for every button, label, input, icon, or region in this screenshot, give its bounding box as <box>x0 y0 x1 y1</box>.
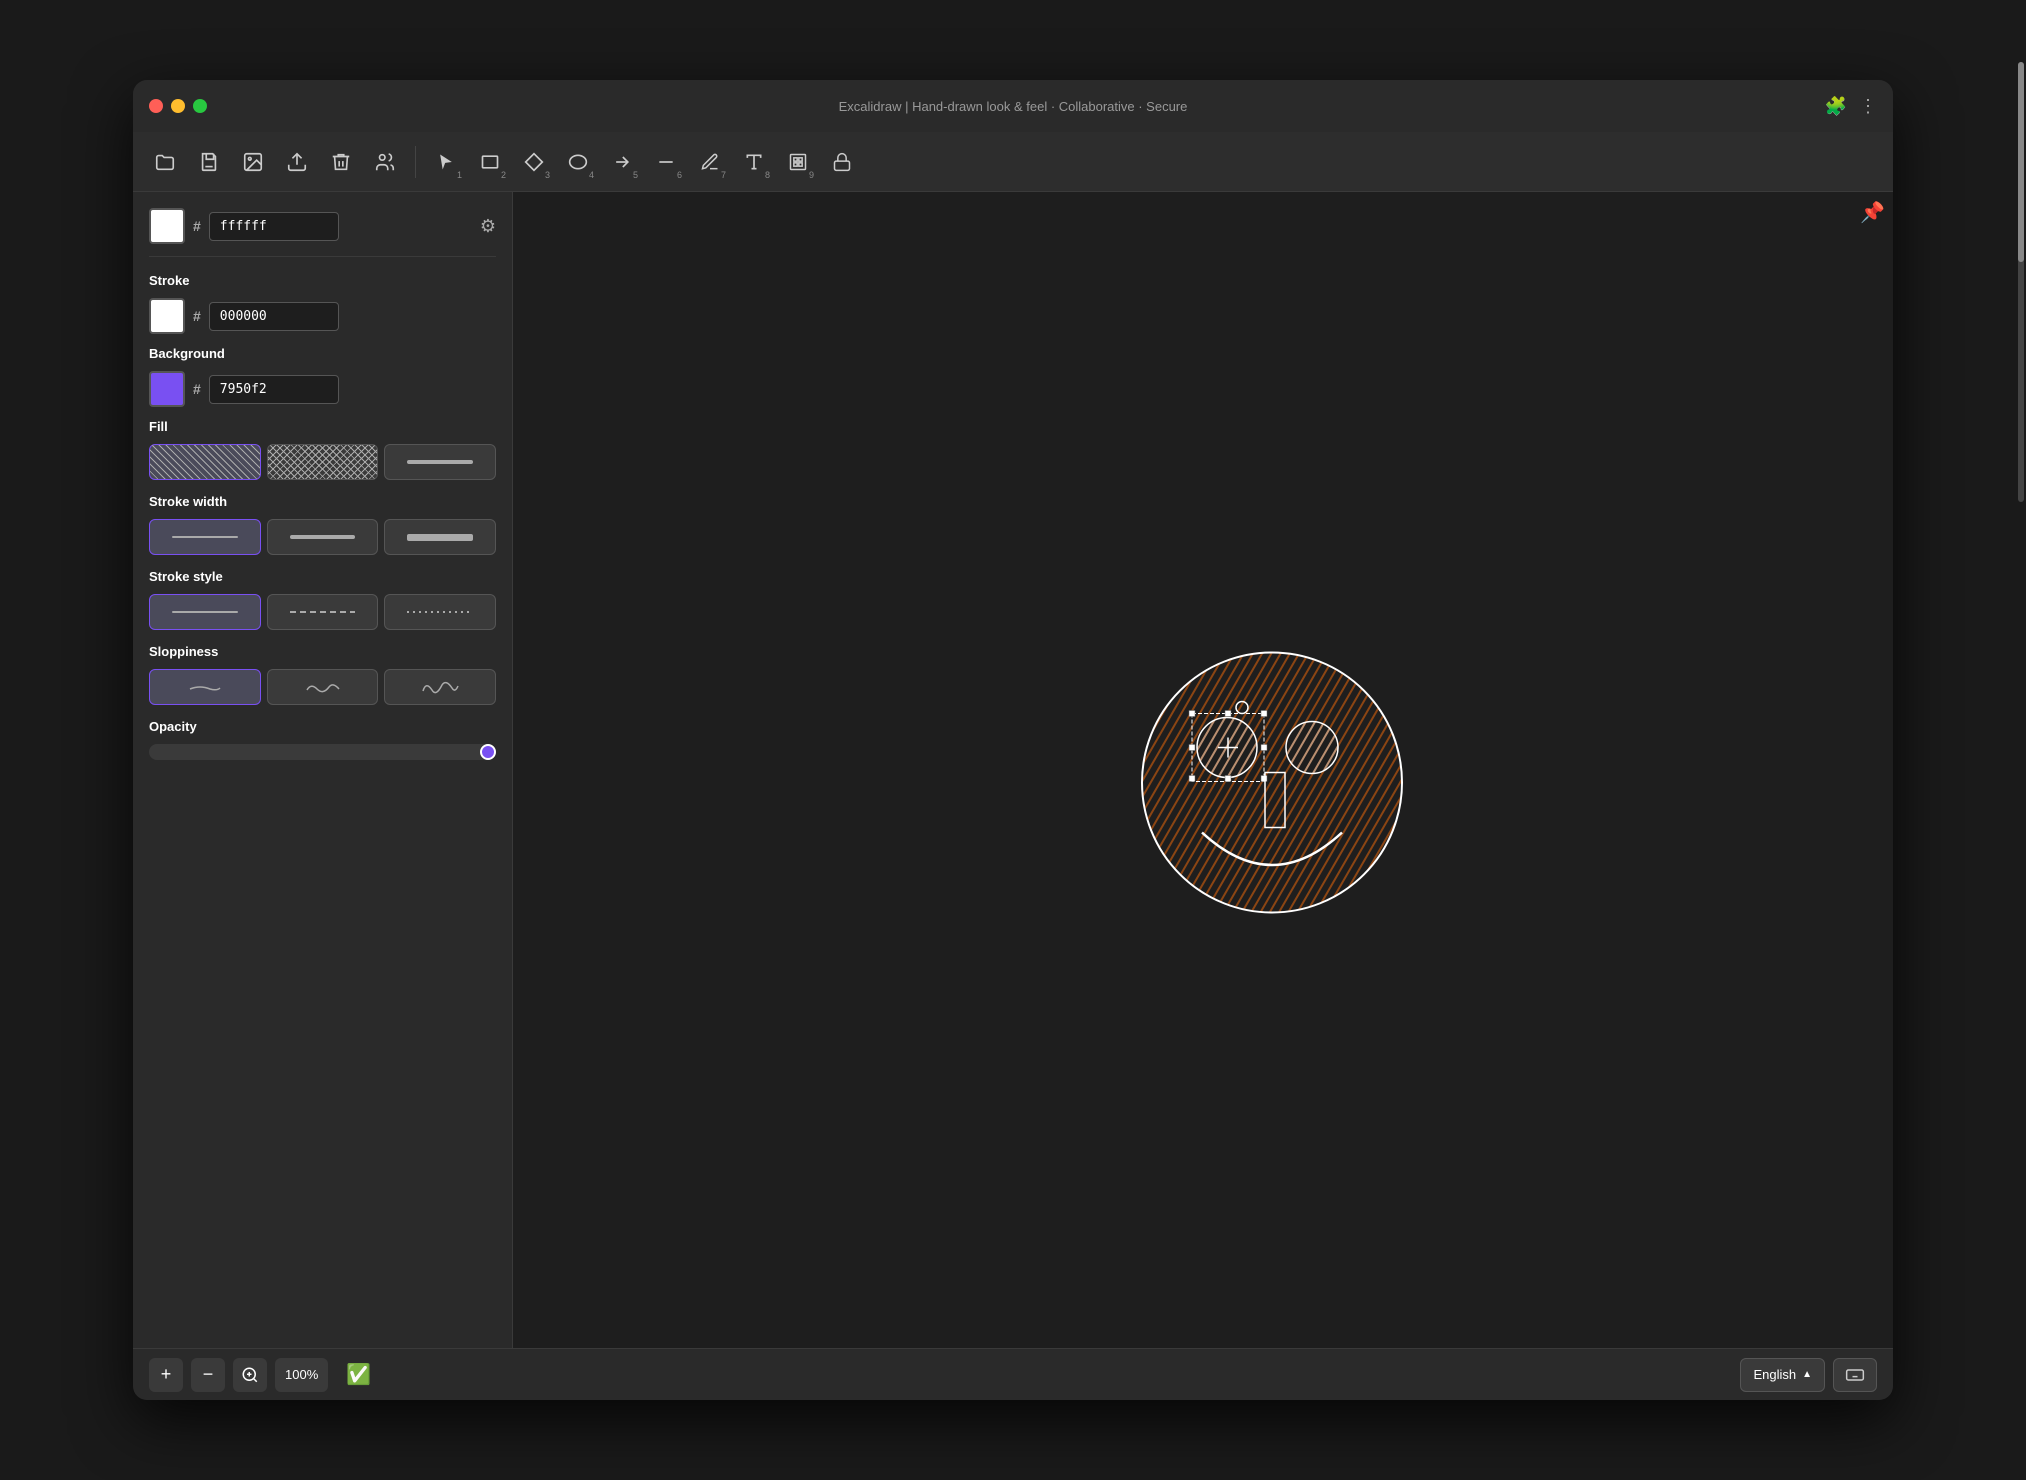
open-button[interactable] <box>145 142 185 182</box>
export-scene-button[interactable] <box>277 142 317 182</box>
stroke-thin-btn[interactable] <box>149 519 261 555</box>
canvas-bg-swatch[interactable] <box>149 208 185 244</box>
opacity-label: Opacity <box>149 719 496 734</box>
sloppiness-architect-btn[interactable] <box>149 669 261 705</box>
sloppiness-artist-btn[interactable] <box>267 669 379 705</box>
image-tool[interactable]: 9 <box>778 142 818 182</box>
stroke-dashed-btn[interactable] <box>267 594 379 630</box>
stroke-thick-btn[interactable] <box>384 519 496 555</box>
bg-color-row: # <box>149 371 496 407</box>
titlebar: Excalidraw | Hand-drawn look & feel · Co… <box>133 80 1893 132</box>
canvas-bg-color-row: # ⚙ <box>149 208 496 244</box>
app-body: # ⚙ Stroke # Background # <box>133 192 1893 1348</box>
zoom-level-button[interactable]: 100% <box>275 1358 328 1392</box>
bg-hash: # <box>193 381 201 397</box>
menu-icon[interactable]: ⋮ <box>1859 96 1877 117</box>
canvas-area[interactable]: 📌 <box>513 192 1893 1348</box>
rectangle-tool[interactable]: 2 <box>470 142 510 182</box>
text-tool[interactable]: 8 <box>734 142 774 182</box>
ellipse-tool[interactable]: 4 <box>558 142 598 182</box>
export-image-button[interactable] <box>233 142 273 182</box>
bg-color-input[interactable] <box>209 375 339 404</box>
fill-cross-btn[interactable] <box>267 444 379 480</box>
stroke-color-row: # <box>149 298 496 334</box>
smiley-drawing <box>1112 608 1432 928</box>
app-window: Excalidraw | Hand-drawn look & feel · Co… <box>133 80 1893 1400</box>
zoom-out-button[interactable]: − <box>191 1358 225 1392</box>
titlebar-actions: 🧩 ⋮ <box>1825 96 1877 117</box>
stroke-color-input[interactable] <box>209 302 339 331</box>
stroke-label: Stroke <box>149 273 496 288</box>
maximize-button[interactable] <box>193 99 207 113</box>
keyboard-button[interactable] <box>1833 1358 1877 1392</box>
fill-hatch-btn[interactable] <box>149 444 261 480</box>
plugin-icon[interactable]: 🧩 <box>1825 96 1847 117</box>
window-title: Excalidraw | Hand-drawn look & feel · Co… <box>839 99 1188 114</box>
toolbar-divider <box>415 146 416 178</box>
sloppiness-options <box>149 669 496 705</box>
close-button[interactable] <box>149 99 163 113</box>
line-tool[interactable]: 6 <box>646 142 686 182</box>
bottom-bar: + − 100% ✅ English ▲ <box>133 1348 1893 1400</box>
pencil-tool[interactable]: 7 <box>690 142 730 182</box>
bg-label: Background <box>149 346 496 361</box>
language-label: English <box>1753 1367 1796 1382</box>
stroke-width-label: Stroke width <box>149 494 496 509</box>
stroke-style-label: Stroke style <box>149 569 496 584</box>
corner-pin-icon: 📌 <box>1860 200 1885 225</box>
stroke-medium-btn[interactable] <box>267 519 379 555</box>
stroke-hash: # <box>193 308 201 324</box>
canvas-bg-input[interactable] <box>209 212 339 241</box>
chevron-up-icon: ▲ <box>1802 1369 1812 1380</box>
fill-options <box>149 444 496 480</box>
settings-icon[interactable]: ⚙ <box>480 216 496 237</box>
save-button[interactable] <box>189 142 229 182</box>
zoom-fit-button[interactable] <box>233 1358 267 1392</box>
lock-tool[interactable] <box>822 142 862 182</box>
traffic-lights <box>149 99 207 113</box>
sidebar-scroll: # ⚙ Stroke # Background # <box>133 192 512 1348</box>
diamond-tool[interactable]: 3 <box>514 142 554 182</box>
canvas-drawing <box>1112 608 1432 933</box>
status-badge: ✅ <box>346 1362 371 1387</box>
clear-button[interactable] <box>321 142 361 182</box>
zoom-in-button[interactable]: + <box>149 1358 183 1392</box>
minimize-button[interactable] <box>171 99 185 113</box>
sloppiness-label: Sloppiness <box>149 644 496 659</box>
language-selector: English ▲ <box>1740 1358 1877 1392</box>
arrow-tool[interactable]: 5 <box>602 142 642 182</box>
stroke-width-options <box>149 519 496 555</box>
collaborate-button[interactable] <box>365 142 405 182</box>
language-dropdown[interactable]: English ▲ <box>1740 1358 1825 1392</box>
stroke-dotted-btn[interactable] <box>384 594 496 630</box>
stroke-style-options <box>149 594 496 630</box>
sloppiness-cartoonist-btn[interactable] <box>384 669 496 705</box>
main-toolbar: 1 2 3 4 5 6 7 8 <box>133 132 1893 192</box>
canvas-bg-hash: # <box>193 218 201 234</box>
stroke-color-swatch[interactable] <box>149 298 185 334</box>
bg-color-swatch[interactable] <box>149 371 185 407</box>
stroke-solid-btn[interactable] <box>149 594 261 630</box>
sidebar: # ⚙ Stroke # Background # <box>133 192 513 1348</box>
zoom-controls: + − 100% ✅ <box>149 1358 371 1392</box>
fill-solid-btn[interactable] <box>384 444 496 480</box>
fill-label: Fill <box>149 419 496 434</box>
select-tool[interactable]: 1 <box>426 142 466 182</box>
